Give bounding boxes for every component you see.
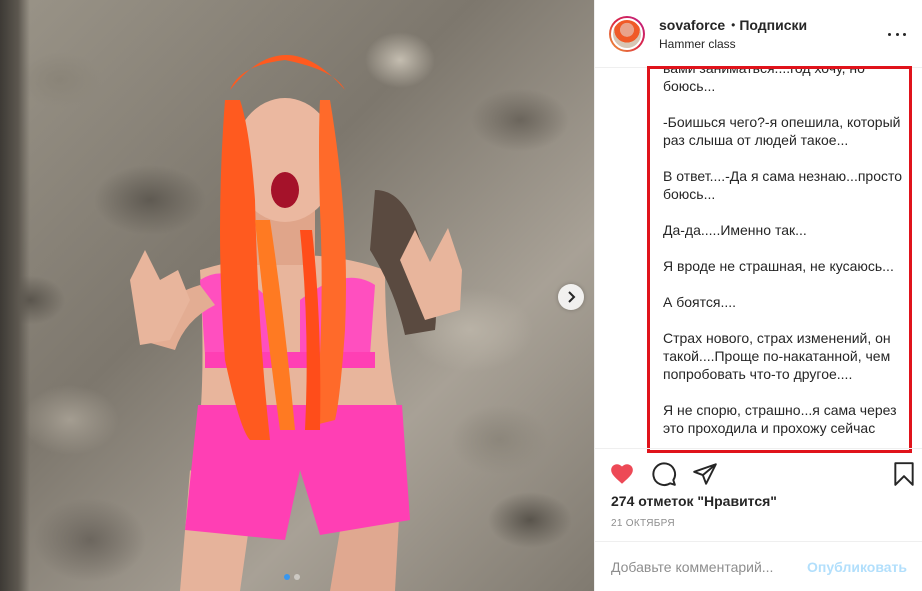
carousel-dot-1: [284, 574, 290, 580]
post-header: sovaforce • Подписки Hammer class: [595, 0, 922, 68]
carousel-next-button[interactable]: [558, 284, 584, 310]
caption-paragraph: Я вроде не страшная, не кусаюсь...: [663, 258, 894, 274]
more-options-icon[interactable]: [888, 26, 906, 42]
caption-paragraph: Да-да.....Именно так...: [663, 222, 807, 238]
location-link[interactable]: Hammer class: [659, 37, 807, 51]
heart-icon: [611, 464, 633, 484]
save-button[interactable]: [891, 461, 917, 487]
comment-icon: [652, 462, 676, 486]
caption-paragraph: Я не спорю, страшно...я сама через это п…: [663, 402, 901, 436]
share-icon: [693, 463, 717, 485]
publish-button[interactable]: Опубликовать: [807, 559, 907, 575]
comment-input[interactable]: [611, 558, 808, 575]
like-button[interactable]: [609, 461, 635, 487]
caption-paragraph: В ответ....-Да я сама незнаю...просто бо…: [663, 168, 906, 202]
likes-count[interactable]: 274 отметок "Нравится": [611, 493, 777, 509]
chevron-right-icon: [568, 291, 576, 303]
comment-bar: Опубликовать: [595, 541, 922, 591]
separator-dot: •: [731, 18, 736, 32]
post-caption[interactable]: вами заниматься....год хочу, но боюсь...…: [663, 66, 906, 450]
following-button[interactable]: Подписки: [739, 16, 807, 34]
post-photo[interactable]: [0, 0, 594, 591]
carousel-indicator: [284, 574, 300, 580]
share-button[interactable]: [692, 461, 718, 487]
bookmark-icon: [894, 462, 914, 486]
avatar[interactable]: [609, 15, 645, 52]
comment-button[interactable]: [651, 461, 677, 487]
caption-paragraph: А боятся....: [663, 294, 737, 310]
photo-subject: [130, 55, 462, 591]
instagram-post-view: sovaforce • Подписки Hammer class вами з…: [0, 0, 922, 591]
caption-paragraph: -Боишься чего?-я опешила, который раз сл…: [663, 114, 905, 148]
caption-highlight-box: вами заниматься....год хочу, но боюсь...…: [647, 66, 912, 453]
caption-paragraph: вами заниматься....год хочу, но боюсь...: [663, 66, 869, 94]
carousel-dot-2: [294, 574, 300, 580]
caption-paragraph: Страх нового, страх изменений, он такой.…: [663, 330, 895, 382]
post-side-panel: sovaforce • Подписки Hammer class вами з…: [594, 0, 922, 591]
username-link[interactable]: sovaforce: [659, 16, 725, 34]
action-bar: [595, 448, 922, 498]
post-date[interactable]: 21 ОКТЯБРЯ: [611, 518, 675, 529]
